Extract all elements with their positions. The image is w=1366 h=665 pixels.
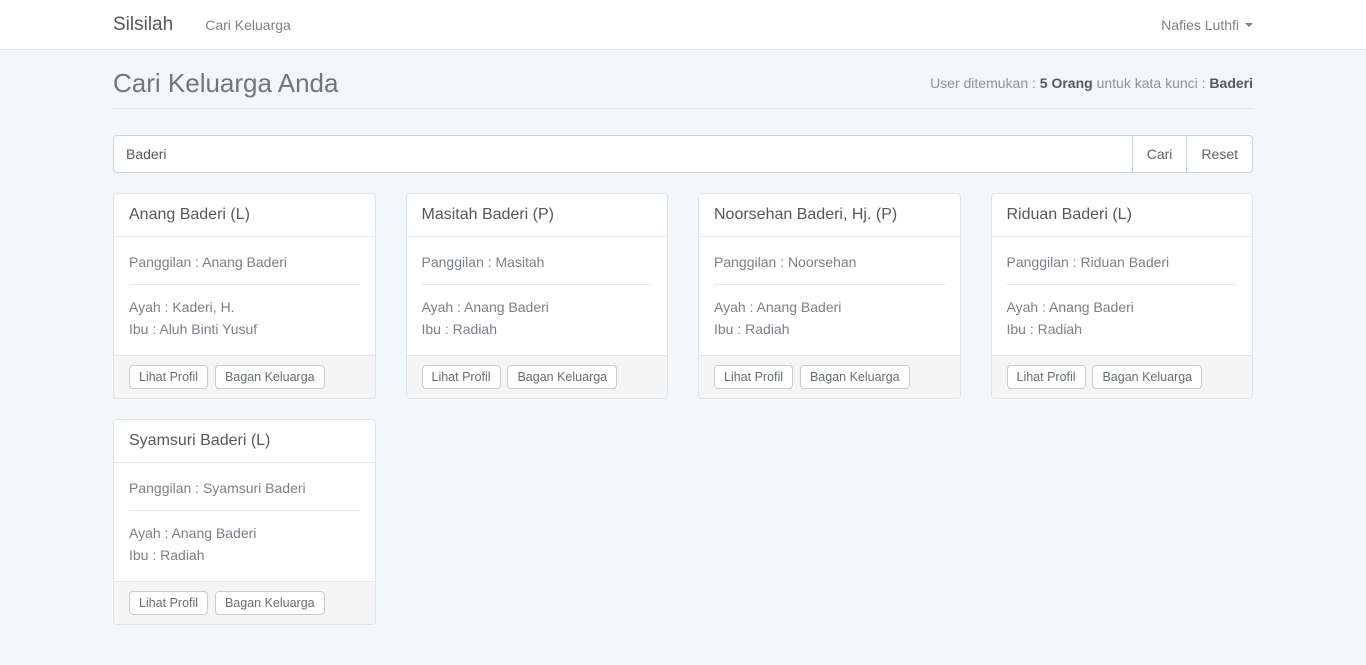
person-mother: Ibu : Aluh Binti Yusuf	[129, 318, 360, 340]
search-form: Cari Reset	[113, 135, 1253, 173]
view-profile-button[interactable]: Lihat Profil	[129, 365, 208, 389]
view-profile-button[interactable]: Lihat Profil	[1007, 365, 1086, 389]
search-input[interactable]	[113, 135, 1133, 173]
person-card: Noorsehan Baderi, Hj. (P) Panggilan : No…	[698, 193, 961, 399]
nav-item-cari-keluarga[interactable]: Cari Keluarga	[205, 2, 291, 48]
navbar: Silsilah Cari Keluarga Nafies Luthfi	[0, 0, 1366, 50]
divider	[714, 284, 945, 285]
divider	[129, 510, 360, 511]
person-card-footer: Lihat Profil Bagan Keluarga	[992, 355, 1253, 398]
user-menu-label: Nafies Luthfi	[1161, 17, 1239, 33]
view-profile-button[interactable]: Lihat Profil	[714, 365, 793, 389]
divider	[1007, 284, 1238, 285]
person-card-title: Syamsuri Baderi (L)	[114, 420, 375, 463]
result-summary: User ditemukan : 5 Orang untuk kata kunc…	[930, 75, 1253, 91]
person-nickname: Panggilan : Noorsehan	[714, 252, 945, 273]
person-card-body: Panggilan : Noorsehan Ayah : Anang Bader…	[699, 237, 960, 355]
person-card: Riduan Baderi (L) Panggilan : Riduan Bad…	[991, 193, 1254, 399]
person-mother: Ibu : Radiah	[422, 318, 653, 340]
main-content: Cari Keluarga Anda User ditemukan : 5 Or…	[113, 68, 1253, 665]
person-card-title: Riduan Baderi (L)	[992, 194, 1253, 237]
person-mother: Ibu : Radiah	[714, 318, 945, 340]
person-mother: Ibu : Radiah	[129, 544, 360, 566]
person-card-footer: Lihat Profil Bagan Keluarga	[407, 355, 668, 398]
person-card-body: Panggilan : Anang Baderi Ayah : Kaderi, …	[114, 237, 375, 355]
person-card-footer: Lihat Profil Bagan Keluarga	[114, 581, 375, 624]
result-count: 5 Orang	[1040, 75, 1093, 91]
person-nickname: Panggilan : Masitah	[422, 252, 653, 273]
result-keyword: Baderi	[1209, 75, 1253, 91]
view-profile-button[interactable]: Lihat Profil	[129, 591, 208, 615]
page-title: Cari Keluarga Anda	[113, 68, 338, 98]
family-chart-button[interactable]: Bagan Keluarga	[507, 365, 617, 389]
divider	[129, 284, 360, 285]
person-card-title: Noorsehan Baderi, Hj. (P)	[699, 194, 960, 237]
person-card-title: Anang Baderi (L)	[114, 194, 375, 237]
user-menu-dropdown[interactable]: Nafies Luthfi	[1161, 17, 1253, 33]
page-header: Cari Keluarga Anda User ditemukan : 5 Or…	[113, 68, 1253, 109]
family-chart-button[interactable]: Bagan Keluarga	[800, 365, 910, 389]
person-card-body: Panggilan : Syamsuri Baderi Ayah : Anang…	[114, 463, 375, 581]
person-father: Ayah : Anang Baderi	[129, 522, 360, 544]
search-submit-button[interactable]: Cari	[1132, 135, 1188, 173]
person-father: Ayah : Kaderi, H.	[129, 296, 360, 318]
person-father: Ayah : Anang Baderi	[422, 296, 653, 318]
results-grid: Anang Baderi (L) Panggilan : Anang Bader…	[113, 193, 1253, 665]
result-summary-middle: untuk kata kunci :	[1093, 75, 1210, 91]
person-card: Syamsuri Baderi (L) Panggilan : Syamsuri…	[113, 419, 376, 625]
person-card-body: Panggilan : Masitah Ayah : Anang Baderi …	[407, 237, 668, 355]
brand-link[interactable]: Silsilah	[113, 14, 173, 36]
view-profile-button[interactable]: Lihat Profil	[422, 365, 501, 389]
person-nickname: Panggilan : Anang Baderi	[129, 252, 360, 273]
person-card-title: Masitah Baderi (P)	[407, 194, 668, 237]
person-card-footer: Lihat Profil Bagan Keluarga	[699, 355, 960, 398]
person-mother: Ibu : Radiah	[1007, 318, 1238, 340]
person-father: Ayah : Anang Baderi	[714, 296, 945, 318]
divider	[422, 284, 653, 285]
person-card-body: Panggilan : Riduan Baderi Ayah : Anang B…	[992, 237, 1253, 355]
family-chart-button[interactable]: Bagan Keluarga	[215, 365, 325, 389]
chevron-down-icon	[1245, 23, 1253, 27]
family-chart-button[interactable]: Bagan Keluarga	[215, 591, 325, 615]
person-card: Anang Baderi (L) Panggilan : Anang Bader…	[113, 193, 376, 399]
person-father: Ayah : Anang Baderi	[1007, 296, 1238, 318]
person-nickname: Panggilan : Riduan Baderi	[1007, 252, 1238, 273]
person-nickname: Panggilan : Syamsuri Baderi	[129, 478, 360, 499]
person-card: Masitah Baderi (P) Panggilan : Masitah A…	[406, 193, 669, 399]
person-card-footer: Lihat Profil Bagan Keluarga	[114, 355, 375, 398]
search-reset-button[interactable]: Reset	[1186, 135, 1253, 173]
result-summary-prefix: User ditemukan :	[930, 75, 1040, 91]
family-chart-button[interactable]: Bagan Keluarga	[1092, 365, 1202, 389]
